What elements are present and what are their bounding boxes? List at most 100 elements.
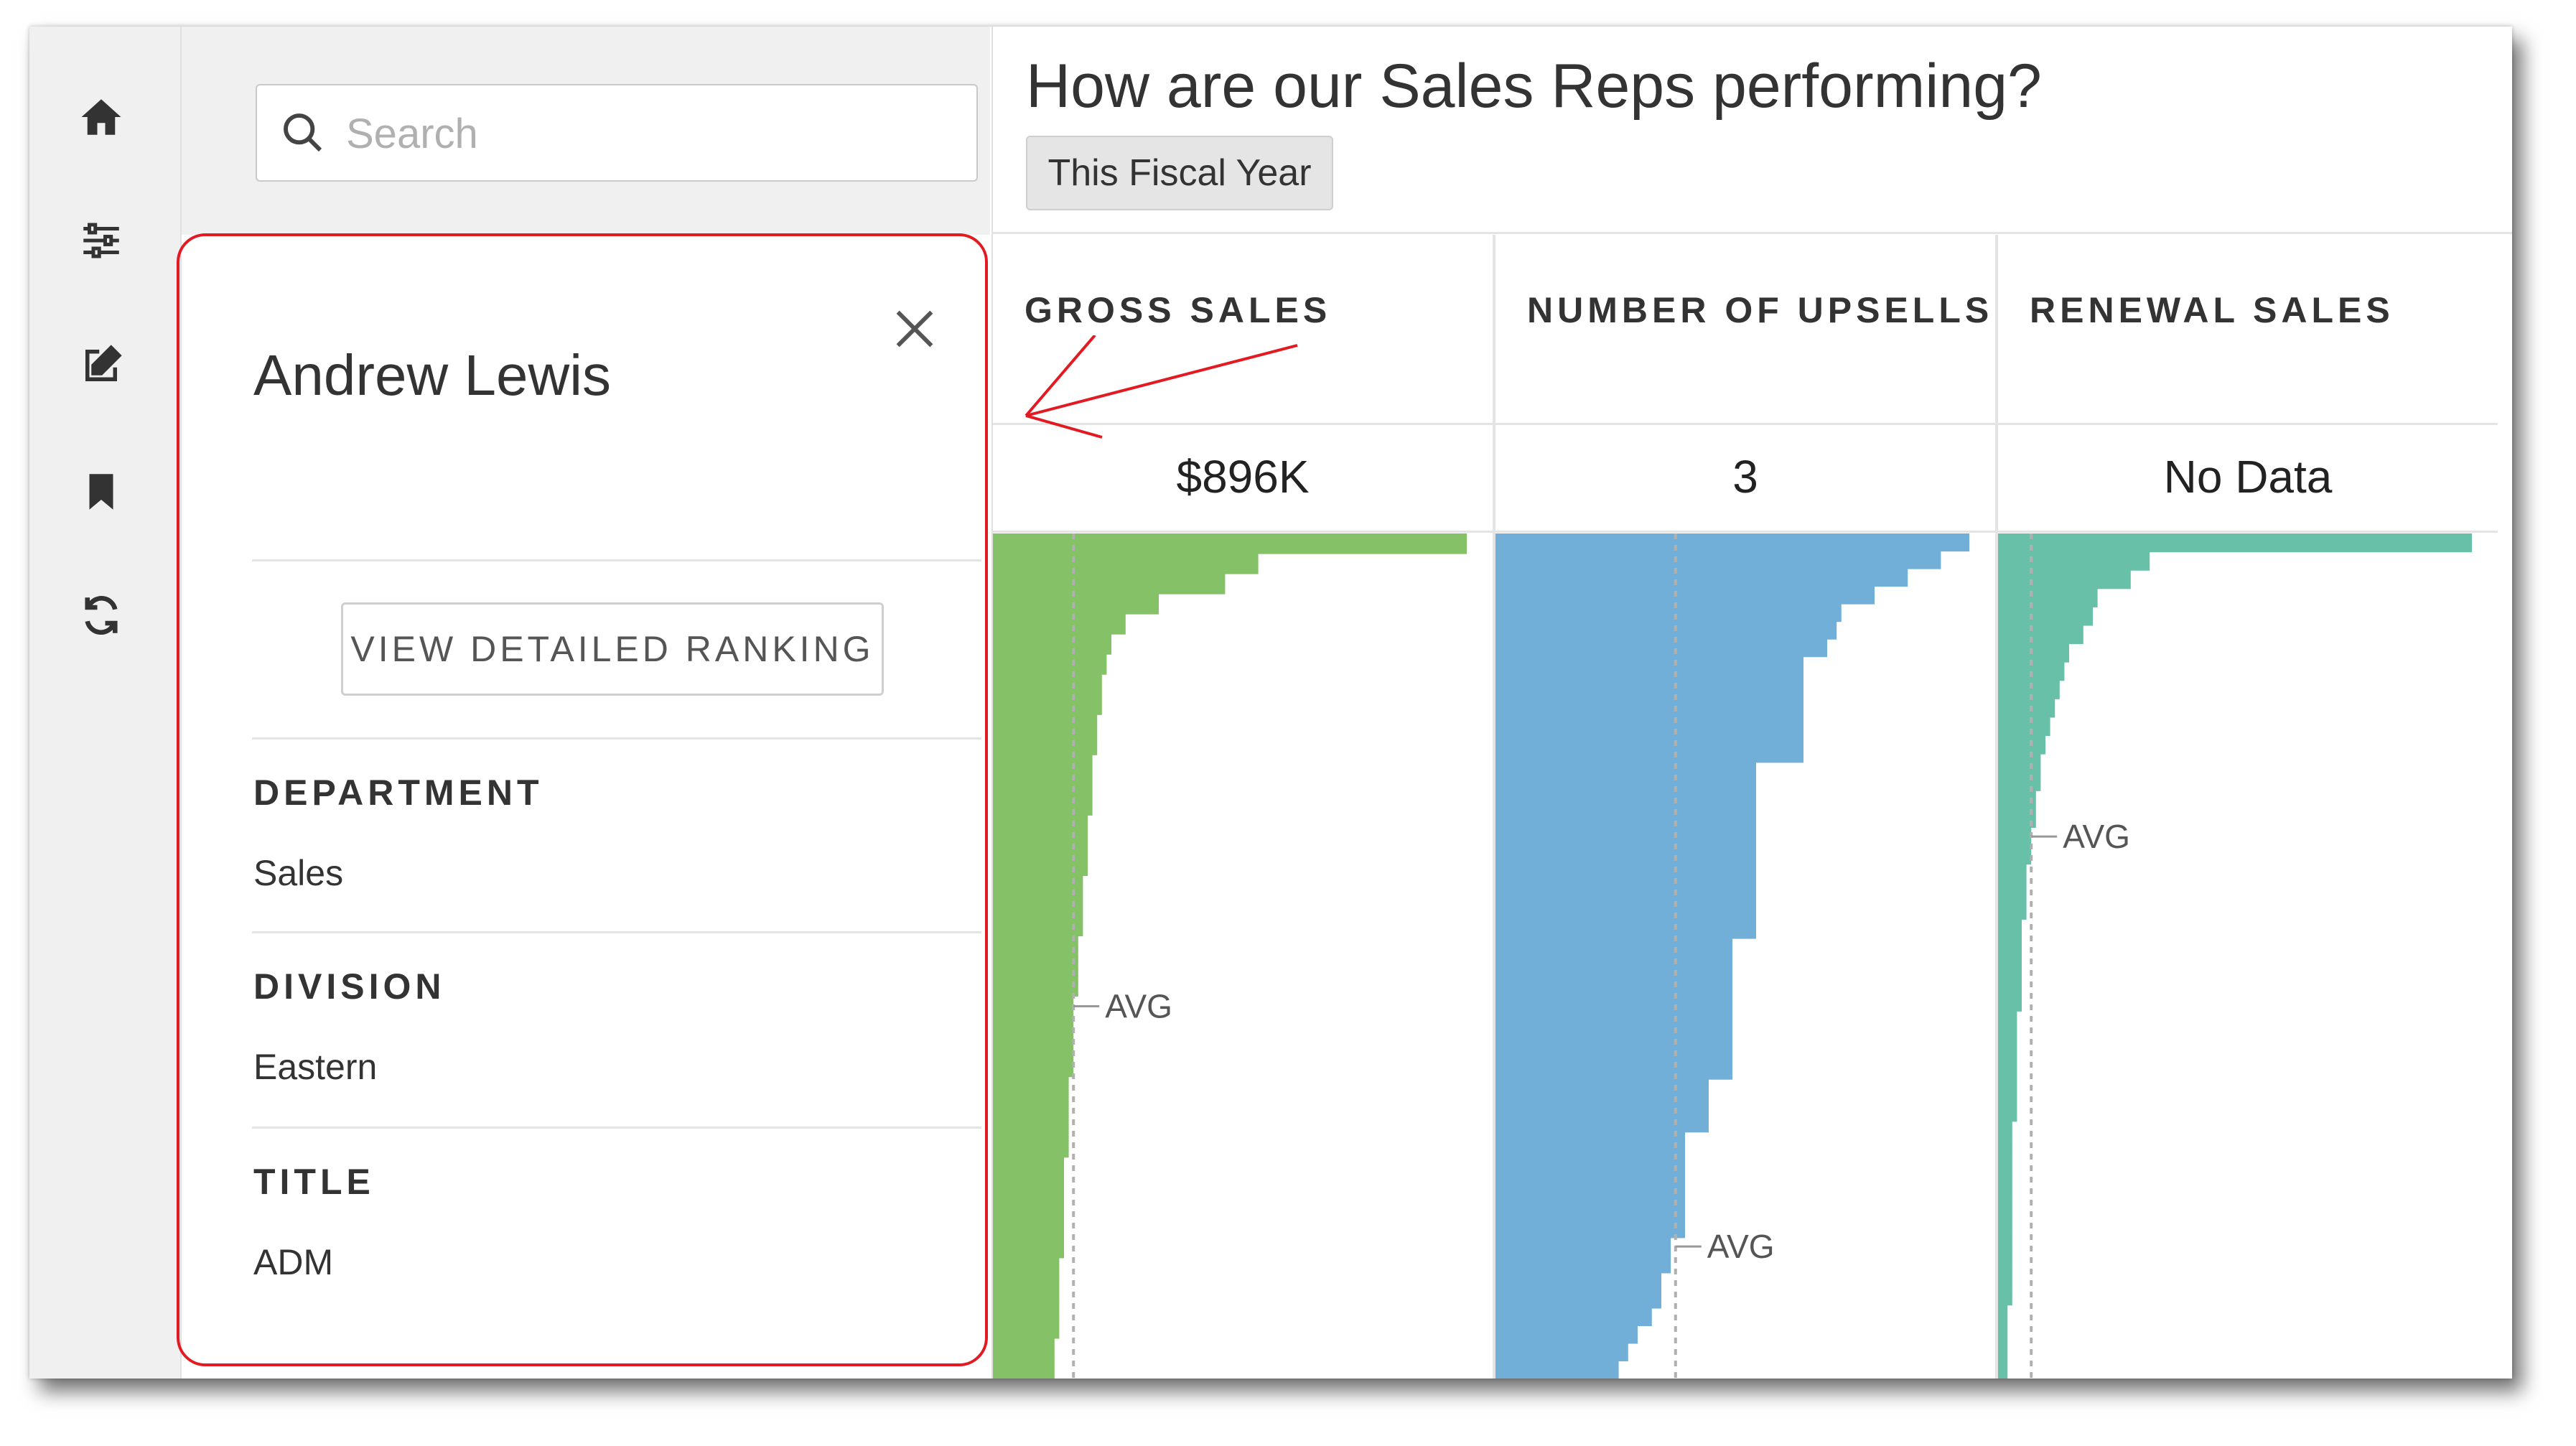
bar[interactable] <box>993 574 1226 594</box>
upsells-chart[interactable]: AVG <box>1495 533 1995 1379</box>
bar[interactable] <box>1998 992 2022 1012</box>
bar[interactable] <box>993 1016 1074 1037</box>
bar[interactable] <box>993 775 1093 796</box>
bar[interactable] <box>993 1036 1074 1058</box>
bar[interactable] <box>1495 586 1875 605</box>
bar[interactable] <box>1998 533 2472 553</box>
bar[interactable] <box>993 875 1083 897</box>
bar[interactable] <box>1495 780 1756 798</box>
bar[interactable] <box>1495 1307 1652 1327</box>
bar[interactable] <box>993 996 1074 1017</box>
bar[interactable] <box>1495 850 1756 869</box>
bar[interactable] <box>1495 727 1803 745</box>
bar[interactable] <box>993 795 1093 816</box>
bar[interactable] <box>1998 1341 2008 1361</box>
bar[interactable] <box>993 1177 1064 1198</box>
bar[interactable] <box>1495 1167 1685 1185</box>
metric-number-of-upsells[interactable]: NUMBER OF UPSELLS 3 AVG <box>1495 235 1995 1379</box>
bar[interactable] <box>993 915 1083 937</box>
bar[interactable] <box>1998 845 2032 865</box>
bar[interactable] <box>1998 1176 2012 1195</box>
bar[interactable] <box>1495 1149 1685 1168</box>
bar[interactable] <box>1998 1287 2012 1306</box>
bar[interactable] <box>1998 1268 2012 1287</box>
bar[interactable] <box>1998 1360 2008 1379</box>
bar[interactable] <box>993 734 1098 755</box>
metric-renewal-sales[interactable]: RENEWAL SALES No Data AVG <box>1998 235 2498 1379</box>
bar[interactable] <box>1495 1343 1628 1362</box>
view-detailed-ranking-button[interactable]: VIEW DETAILED RANKING <box>341 602 884 696</box>
bar[interactable] <box>1998 754 2041 773</box>
bar[interactable] <box>1998 1157 2012 1177</box>
bar[interactable] <box>1998 772 2041 791</box>
metric-gross-sales[interactable]: GROSS SALES $896K AVG <box>993 235 1493 1379</box>
bar[interactable] <box>1998 956 2022 975</box>
bar[interactable] <box>1998 588 2098 607</box>
bar[interactable] <box>1495 1202 1685 1221</box>
bar[interactable] <box>993 755 1093 775</box>
bar[interactable] <box>1495 1361 1619 1379</box>
bar[interactable] <box>1495 691 1803 710</box>
bar[interactable] <box>993 956 1078 977</box>
bar[interactable] <box>1495 1044 1732 1063</box>
bar[interactable] <box>1998 607 2093 626</box>
bar[interactable] <box>993 654 1107 675</box>
bar[interactable] <box>1998 1121 2012 1140</box>
bar[interactable] <box>993 1237 1064 1259</box>
bar[interactable] <box>1998 937 2022 957</box>
bar[interactable] <box>1998 974 2022 994</box>
bar[interactable] <box>1495 1132 1685 1150</box>
bar[interactable] <box>1495 938 1732 957</box>
bar[interactable] <box>993 1257 1060 1279</box>
sliders-icon[interactable] <box>75 215 127 266</box>
bar[interactable] <box>1998 1084 2017 1104</box>
bar[interactable] <box>1998 735 2045 755</box>
bar[interactable] <box>1998 882 2027 902</box>
search-box[interactable] <box>256 84 978 182</box>
close-icon[interactable] <box>890 304 940 354</box>
bar[interactable] <box>993 1157 1064 1178</box>
bar[interactable] <box>1998 551 2150 571</box>
bar[interactable] <box>1495 885 1756 904</box>
bar[interactable] <box>1495 762 1756 780</box>
bar[interactable] <box>993 594 1159 615</box>
bar[interactable] <box>993 533 1467 554</box>
bar[interactable] <box>993 674 1102 695</box>
bar[interactable] <box>1495 569 1908 587</box>
bar[interactable] <box>993 1277 1060 1299</box>
bar[interactable] <box>993 936 1078 957</box>
bar[interactable] <box>1495 1026 1732 1045</box>
bar[interactable] <box>993 1358 1055 1379</box>
bar[interactable] <box>1998 1011 2017 1030</box>
bar[interactable] <box>1495 551 1941 569</box>
bar[interactable] <box>993 1096 1069 1118</box>
bar[interactable] <box>1495 991 1732 1009</box>
bar[interactable] <box>1998 570 2131 589</box>
bar[interactable] <box>1495 1061 1732 1080</box>
bar[interactable] <box>1495 709 1803 728</box>
bar[interactable] <box>993 1197 1064 1218</box>
bar[interactable] <box>993 1076 1069 1098</box>
bar[interactable] <box>1495 639 1827 658</box>
bar[interactable] <box>1998 717 2050 737</box>
bar[interactable] <box>1998 1048 2017 1067</box>
bar[interactable] <box>993 1116 1069 1138</box>
gross-sales-chart[interactable]: AVG <box>993 533 1493 1379</box>
bar[interactable] <box>1495 1272 1661 1291</box>
bar[interactable] <box>1495 956 1732 974</box>
bar[interactable] <box>1495 797 1756 816</box>
bar[interactable] <box>1495 1185 1685 1203</box>
refresh-icon[interactable] <box>75 589 127 641</box>
bar[interactable] <box>1998 1231 2012 1251</box>
bar[interactable] <box>1495 902 1756 922</box>
bar[interactable] <box>1998 827 2032 846</box>
bar[interactable] <box>1998 680 2060 699</box>
bar[interactable] <box>993 554 1259 574</box>
bar[interactable] <box>1495 745 1803 763</box>
period-filter-button[interactable]: This Fiscal Year <box>1026 136 1333 210</box>
bar[interactable] <box>1495 867 1756 887</box>
renewal-sales-chart[interactable]: AVG <box>1998 533 2498 1379</box>
bar[interactable] <box>1495 1325 1638 1344</box>
bar[interactable] <box>1495 1290 1661 1309</box>
bar[interactable] <box>1495 621 1837 640</box>
